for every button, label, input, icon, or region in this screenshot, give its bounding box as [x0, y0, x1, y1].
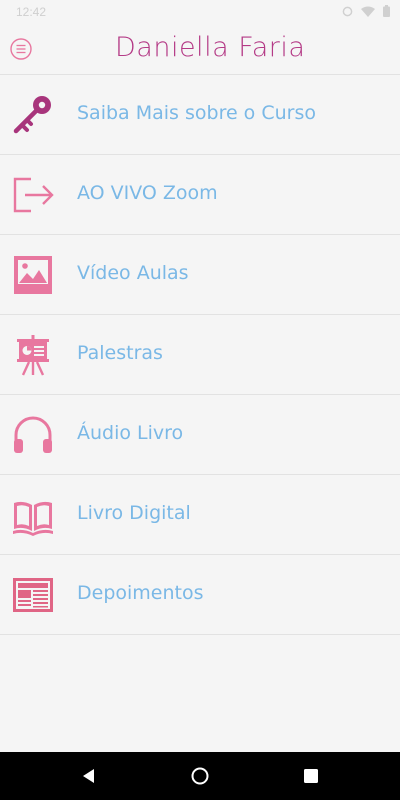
menu-item-palestras[interactable]: Palestras — [0, 315, 400, 395]
menu-list: Saiba Mais sobre o Curso AO VIVO Zoom Ví… — [0, 74, 400, 635]
battery-icon — [383, 5, 390, 17]
presentation-board-icon — [11, 333, 55, 377]
app-title: Daniella Faria — [115, 32, 306, 63]
menu-item-label: Vídeo Aulas — [77, 262, 189, 284]
nav-back-button[interactable] — [79, 766, 99, 786]
key-icon — [11, 93, 55, 137]
menu-item-depoimentos[interactable]: Depoimentos — [0, 555, 400, 635]
image-icon — [11, 253, 55, 297]
hamburger-menu-button[interactable] — [10, 38, 32, 60]
newspaper-icon — [11, 573, 55, 617]
menu-item-label: AO VIVO Zoom — [77, 182, 218, 204]
back-triangle-icon — [83, 769, 94, 783]
status-bar: 12:42 — [0, 0, 400, 24]
open-book-icon — [11, 493, 55, 537]
wifi-icon — [361, 6, 375, 17]
menu-item-label: Saiba Mais sobre o Curso — [77, 102, 316, 124]
home-circle-icon — [191, 767, 209, 785]
nav-recents-button[interactable] — [301, 766, 321, 786]
nav-home-button[interactable] — [190, 766, 210, 786]
menu-item-audio-livro[interactable]: Áudio Livro — [0, 395, 400, 475]
menu-item-label: Depoimentos — [77, 582, 204, 604]
menu-item-video-aulas[interactable]: Vídeo Aulas — [0, 235, 400, 315]
recents-square-icon — [304, 769, 318, 783]
menu-item-ao-vivo-zoom[interactable]: AO VIVO Zoom — [0, 155, 400, 235]
menu-item-label: Palestras — [77, 342, 163, 364]
menu-item-label: Áudio Livro — [77, 422, 184, 444]
menu-item-livro-digital[interactable]: Livro Digital — [0, 475, 400, 555]
system-nav-bar — [0, 752, 400, 800]
app-bar: Daniella Faria — [0, 24, 400, 74]
sign-out-icon — [11, 173, 55, 217]
status-icons — [342, 5, 390, 17]
menu-item-label: Livro Digital — [77, 502, 191, 524]
headphones-icon — [11, 413, 55, 457]
status-time: 12:42 — [16, 5, 47, 19]
data-saver-icon — [342, 6, 353, 16]
menu-item-saiba-mais[interactable]: Saiba Mais sobre o Curso — [0, 75, 400, 155]
hamburger-circle-icon — [10, 38, 32, 60]
